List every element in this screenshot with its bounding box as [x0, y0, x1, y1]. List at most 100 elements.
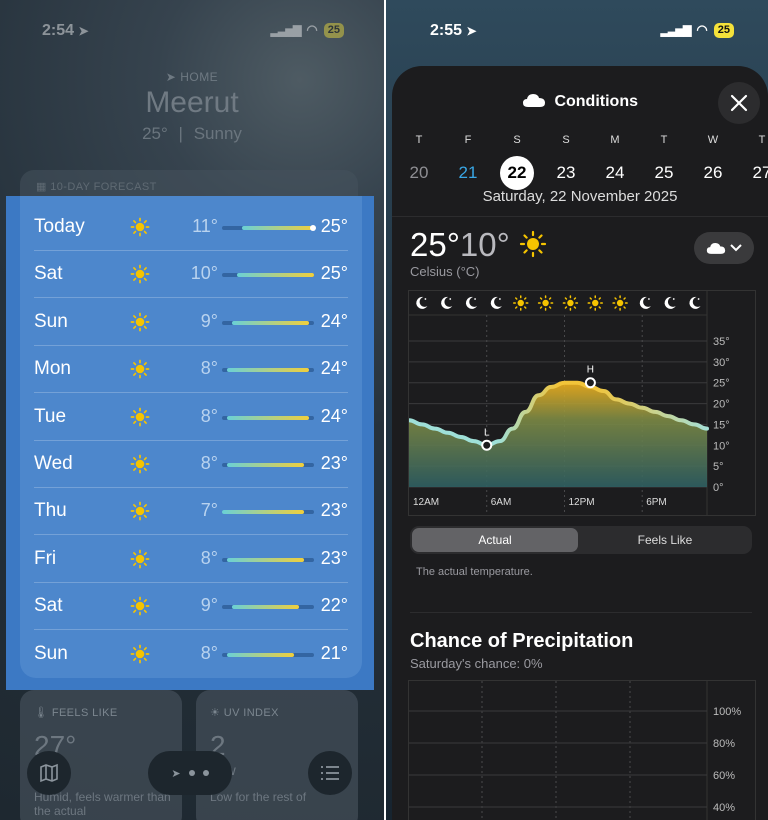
- hour-moon-icon: [689, 296, 701, 309]
- sun-icon: [130, 407, 150, 427]
- forecast-row[interactable]: Thu 7° 23°: [34, 488, 348, 536]
- weekday-label: S: [562, 134, 570, 146]
- close-button[interactable]: [718, 82, 760, 124]
- date-button[interactable]: 27: [745, 156, 768, 190]
- y-tick-label: 5°: [713, 461, 724, 473]
- thermometer-icon: 🌡: [34, 707, 52, 719]
- y-tick-label: 40%: [713, 802, 735, 814]
- temp-range-fill: [227, 557, 304, 562]
- forecast-high: 25°: [320, 263, 348, 284]
- forecast-day: Mon: [34, 358, 71, 380]
- x-tick-label: 6PM: [646, 497, 667, 508]
- sun-icon: [130, 454, 150, 474]
- battery-badge: 25: [323, 22, 344, 38]
- temp-range-bar: [222, 368, 314, 373]
- date-button[interactable]: 23: [549, 156, 583, 190]
- hour-sun-icon: [587, 295, 603, 311]
- forecast-day: Sat: [34, 595, 63, 617]
- map-icon: [40, 763, 58, 783]
- temp-range-fill: [227, 463, 304, 467]
- location-arrow-icon: ➤: [165, 70, 181, 84]
- segment-feels-like[interactable]: Feels Like: [580, 528, 750, 552]
- weekday-label: M: [610, 134, 620, 146]
- forecast-day: Thu: [34, 500, 67, 522]
- date-button[interactable]: 24: [598, 156, 632, 190]
- status-time: 2:54 ➤: [42, 22, 89, 39]
- sun-icon: [130, 217, 150, 237]
- date-button[interactable]: 25: [647, 156, 681, 190]
- page-indicator[interactable]: ➤: [148, 751, 232, 795]
- weekday-label: T: [758, 134, 766, 146]
- sheet-title: Conditions: [392, 92, 768, 111]
- forecast-day: Sun: [34, 310, 68, 332]
- forecast-row[interactable]: Sun 9° 24°: [34, 299, 348, 346]
- forecast-high: 21°: [320, 642, 348, 663]
- forecast-low: 8°: [200, 405, 218, 426]
- temp-range-fill: [232, 320, 309, 325]
- forecast-row[interactable]: Today 11° 25°: [34, 204, 348, 251]
- forecast-row[interactable]: Sat 10° 25°: [34, 251, 348, 299]
- temp-range-bar: [222, 605, 314, 610]
- sun-icon: [130, 501, 150, 521]
- hour-moon-icon: [416, 296, 428, 309]
- temp-range-fill: [227, 652, 294, 657]
- right-screen: 2:55 ➤ ▂▃▅▇ ◠ 25 Conditions T 20 F 21 S 22 S 23…: [386, 0, 768, 820]
- location-arrow-icon: ➤: [171, 767, 181, 780]
- precip-chart[interactable]: 40% 60% 80% 100%: [408, 680, 756, 820]
- high-point-label: H: [587, 365, 594, 376]
- weekday-label: T: [660, 134, 668, 146]
- forecast-row[interactable]: Sun 8° 21°: [34, 631, 348, 678]
- hour-moon-icon: [664, 296, 676, 309]
- segmented-control: Actual Feels Like: [410, 526, 752, 554]
- hour-moon-icon: [490, 296, 502, 309]
- map-button[interactable]: [27, 751, 71, 795]
- hour-moon-icon: [465, 296, 478, 309]
- date-button[interactable]: 22: [500, 156, 534, 190]
- forecast-low: 9°: [200, 595, 218, 616]
- temp-range-bar: [222, 225, 316, 231]
- unit-label: Celsius (°C): [410, 264, 480, 279]
- forecast-list: Today 11° 25° Sat 10° 25° Sun 9° 24° Mon 8° 24° Tue 8…: [20, 196, 362, 678]
- forecast-day: Fri: [34, 547, 57, 569]
- signal-icon: ▂▃▅▇: [270, 24, 302, 37]
- x-tick-label: 6AM: [491, 497, 512, 508]
- forecast-panel[interactable]: Today 11° 25° Sat 10° 25° Sun 9° 24° Mon 8° 24° Tue 8…: [6, 196, 374, 690]
- temperature-chart-svg: 0° 5° 10° 15° 20° 25° 30° 35° 12AM 6AM 12PM 6PM L H: [407, 291, 730, 515]
- battery-badge: 25: [713, 22, 734, 38]
- forecast-high: 24°: [320, 310, 348, 331]
- date-button[interactable]: 26: [696, 156, 730, 190]
- forecast-row[interactable]: Tue 8° 24°: [34, 394, 348, 441]
- forecast-low: 7°: [200, 500, 218, 521]
- temp-range-fill: [232, 605, 299, 610]
- weekday-label: W: [707, 134, 719, 146]
- forecast-day: Sun: [34, 642, 68, 664]
- location-arrow-icon: ➤: [466, 24, 477, 38]
- hour-sun-icon: [513, 295, 529, 311]
- forecast-low: 8°: [200, 453, 218, 473]
- temperature-chart[interactable]: 0° 5° 10° 15° 20° 25° 30° 35° 12AM 6AM 12PM 6PM L H: [407, 290, 756, 516]
- forecast-day: Today: [34, 216, 85, 237]
- forecast-row[interactable]: Mon 8° 24°: [34, 346, 348, 394]
- list-button[interactable]: [308, 751, 352, 795]
- page-dot: [188, 770, 195, 776]
- date-button[interactable]: 20: [402, 156, 436, 190]
- forecast-low: 11°: [192, 216, 218, 236]
- forecast-row[interactable]: Wed 8° 23°: [34, 441, 348, 488]
- forecast-day: Wed: [34, 453, 73, 474]
- precip-chart-svg: 40% 60% 80% 100%: [409, 681, 741, 820]
- date-button[interactable]: 21: [451, 156, 485, 190]
- selected-date: Saturday, 22 November 2025: [482, 188, 678, 205]
- list-icon: [321, 766, 339, 780]
- temp-range-fill: [242, 226, 314, 230]
- divider: [392, 216, 768, 217]
- status-bar: 2:54 ➤ ▂▃▅▇ ◠ 25: [0, 20, 384, 40]
- forecast-high: 24°: [320, 358, 348, 379]
- condition-picker[interactable]: [694, 232, 754, 264]
- y-tick-label: 100%: [713, 706, 741, 718]
- sun-icon: [130, 359, 150, 379]
- forecast-row[interactable]: Sat 9° 22°: [34, 583, 348, 631]
- temp-range-fill: [237, 273, 314, 278]
- forecast-row[interactable]: Fri 8° 23°: [34, 536, 348, 583]
- forecast-low: 8°: [200, 642, 218, 663]
- segment-actual[interactable]: Actual: [412, 528, 578, 552]
